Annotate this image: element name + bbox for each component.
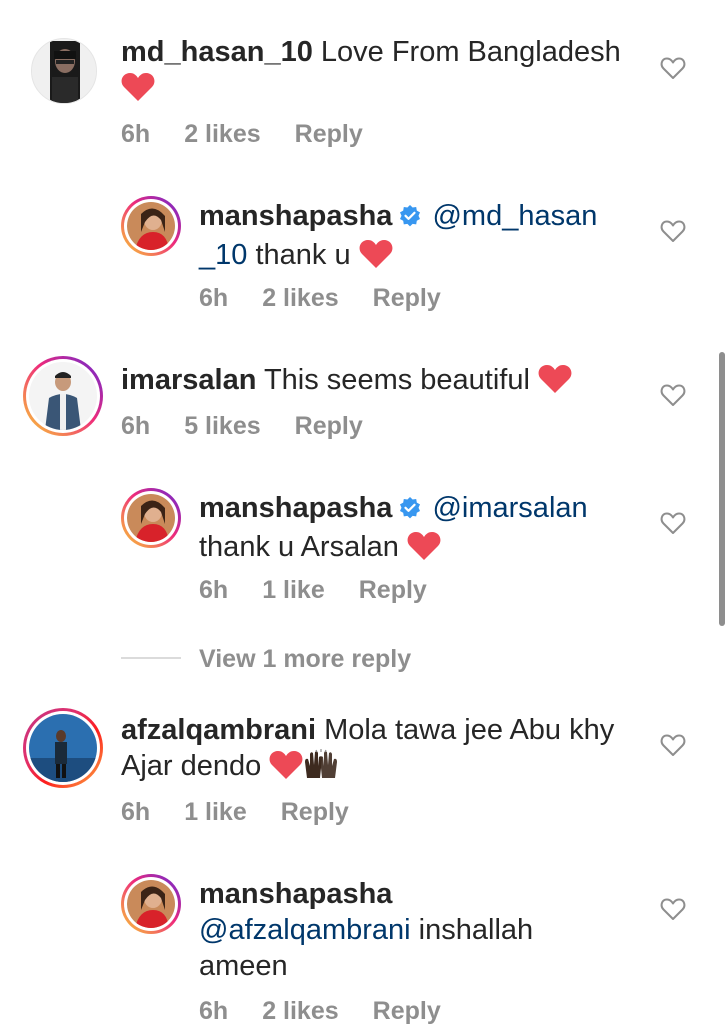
comment-meta: 6h 5 likes Reply [121, 411, 397, 441]
reply-mention[interactable]: @imarsalan [432, 492, 587, 524]
comment-username[interactable]: imarsalan [121, 364, 256, 396]
comment-body: This seems beautiful [263, 364, 530, 396]
reply-text: manshapasha @md_hasan _10 thank u [199, 198, 639, 278]
reply-mention-cont[interactable]: _10 [199, 239, 247, 271]
reply-meta: 6h 1 like Reply [199, 575, 461, 605]
reply-text: manshapasha @afzalqambrani inshallah ame… [199, 876, 639, 984]
reply-time: 6h [199, 284, 229, 312]
like-heart-outline-icon[interactable] [660, 218, 686, 244]
avatar-manshapasha[interactable] [121, 488, 181, 548]
comment-text: imarsalan This seems beautiful [121, 362, 641, 403]
comment-username[interactable]: md_hasan_10 [121, 36, 313, 68]
reply-mention[interactable]: @afzalqambrani [199, 914, 411, 946]
reply-body: thank u Arsalan [199, 531, 399, 563]
reply-meta: 6h 2 likes Reply [199, 996, 475, 1026]
reply-body-line1: inshallah [418, 914, 534, 946]
like-heart-outline-icon[interactable] [660, 510, 686, 536]
avatar-manshapasha[interactable] [121, 196, 181, 256]
comment-time: 6h [121, 120, 151, 148]
reply-button[interactable]: Reply [373, 284, 441, 312]
scrollbar[interactable] [719, 352, 725, 626]
red-heart-emoji-icon [121, 72, 155, 111]
comment-meta: 6h 2 likes Reply [121, 119, 397, 149]
comment-body-line1: Mola tawa jee Abu khy [324, 714, 615, 746]
reply-body: thank u [255, 239, 351, 271]
reply-username[interactable]: manshapasha [199, 878, 392, 910]
reply-likes[interactable]: 1 like [262, 576, 325, 604]
view-more-divider [121, 657, 181, 659]
comment-username[interactable]: afzalqambrani [121, 714, 316, 746]
comment-likes[interactable]: 5 likes [184, 412, 260, 440]
reply-meta: 6h 2 likes Reply [199, 283, 475, 313]
like-heart-outline-icon[interactable] [660, 896, 686, 922]
reply-text: manshapasha @imarsalan thank u Arsalan [199, 490, 639, 570]
like-heart-outline-icon[interactable] [660, 382, 686, 408]
avatar-afzalqambrani[interactable] [23, 708, 103, 788]
verified-badge-icon [398, 493, 422, 529]
reply-username[interactable]: manshapasha [199, 492, 392, 524]
red-heart-emoji-icon [269, 750, 303, 789]
comment-text: md_hasan_10 Love From Bangladesh [121, 34, 641, 111]
red-heart-emoji-icon [538, 364, 572, 403]
comment-time: 6h [121, 798, 151, 826]
reply-mention[interactable]: @md_hasan [432, 200, 597, 232]
comment-meta: 6h 1 like Reply [121, 797, 383, 827]
reply-likes[interactable]: 2 likes [262, 284, 338, 312]
comment-text: afzalqambrani Mola tawa jee Abu khy Ajar… [121, 712, 641, 789]
avatar-imarsalan[interactable] [23, 356, 103, 436]
verified-badge-icon [398, 201, 422, 237]
comment-likes[interactable]: 1 like [184, 798, 247, 826]
red-heart-emoji-icon [407, 531, 441, 570]
reply-body-line2: ameen [199, 950, 288, 982]
comment-likes[interactable]: 2 likes [184, 120, 260, 148]
reply-likes[interactable]: 2 likes [262, 997, 338, 1025]
reply-button[interactable]: Reply [281, 798, 349, 826]
comment-time: 6h [121, 412, 151, 440]
reply-button[interactable]: Reply [295, 120, 363, 148]
reply-button[interactable]: Reply [295, 412, 363, 440]
raised-hands-emoji-icon [303, 748, 339, 789]
like-heart-outline-icon[interactable] [660, 55, 686, 81]
red-heart-emoji-icon [359, 239, 393, 278]
avatar-md-hasan-10[interactable] [31, 38, 97, 104]
reply-button[interactable]: Reply [373, 997, 441, 1025]
comment-body: Love From Bangladesh [320, 36, 621, 68]
reply-username[interactable]: manshapasha [199, 200, 392, 232]
view-more-replies-button[interactable]: View 1 more reply [199, 644, 411, 674]
avatar-manshapasha[interactable] [121, 874, 181, 934]
comment-body-line2: Ajar dendo [121, 750, 262, 782]
like-heart-outline-icon[interactable] [660, 732, 686, 758]
reply-time: 6h [199, 576, 229, 604]
reply-time: 6h [199, 997, 229, 1025]
reply-button[interactable]: Reply [359, 576, 427, 604]
